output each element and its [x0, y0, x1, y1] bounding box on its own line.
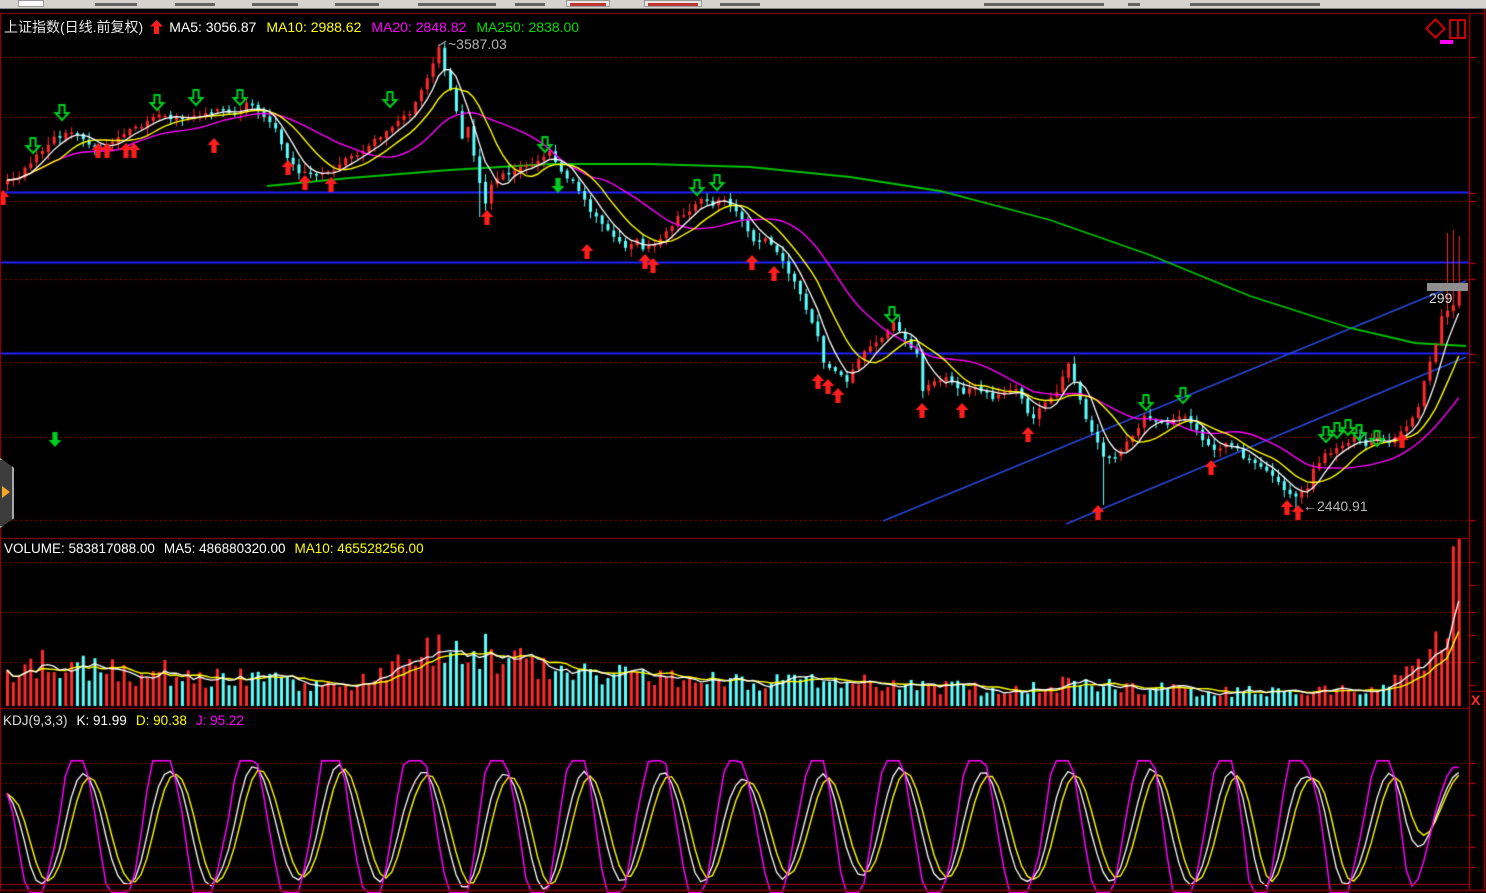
- menu-text-fragment: [418, 3, 496, 6]
- menu-icon-button[interactable]: [18, 0, 44, 7]
- diamond-tool-icon[interactable]: [1425, 18, 1446, 39]
- stock-chart-canvas[interactable]: [0, 0, 1486, 893]
- menu-text-fragment: [175, 3, 215, 6]
- menu-text-fragment: [95, 3, 137, 6]
- menu-highlight-button[interactable]: [644, 0, 702, 7]
- menu-text-fragment: [720, 3, 760, 6]
- top-menu-bar[interactable]: [0, 0, 1486, 9]
- sidebar-expand-handle[interactable]: [0, 458, 14, 528]
- split-window-icon[interactable]: [1449, 19, 1466, 39]
- volume-panel-close-button[interactable]: X: [1471, 692, 1480, 708]
- menu-highlight-button[interactable]: [566, 0, 610, 7]
- menu-text-fragment: [984, 3, 1104, 6]
- menu-text-fragment: [515, 3, 545, 6]
- chart-corner-tools: [1428, 19, 1466, 39]
- menu-text-fragment: [252, 3, 298, 6]
- trading-app-window: { "window": {"width": 1486, "height": 89…: [0, 0, 1486, 893]
- expand-arrow-icon: [2, 486, 10, 498]
- menu-text-fragment: [1190, 3, 1320, 6]
- menu-text-fragment: [1128, 3, 1140, 6]
- menu-text-fragment: [335, 3, 379, 6]
